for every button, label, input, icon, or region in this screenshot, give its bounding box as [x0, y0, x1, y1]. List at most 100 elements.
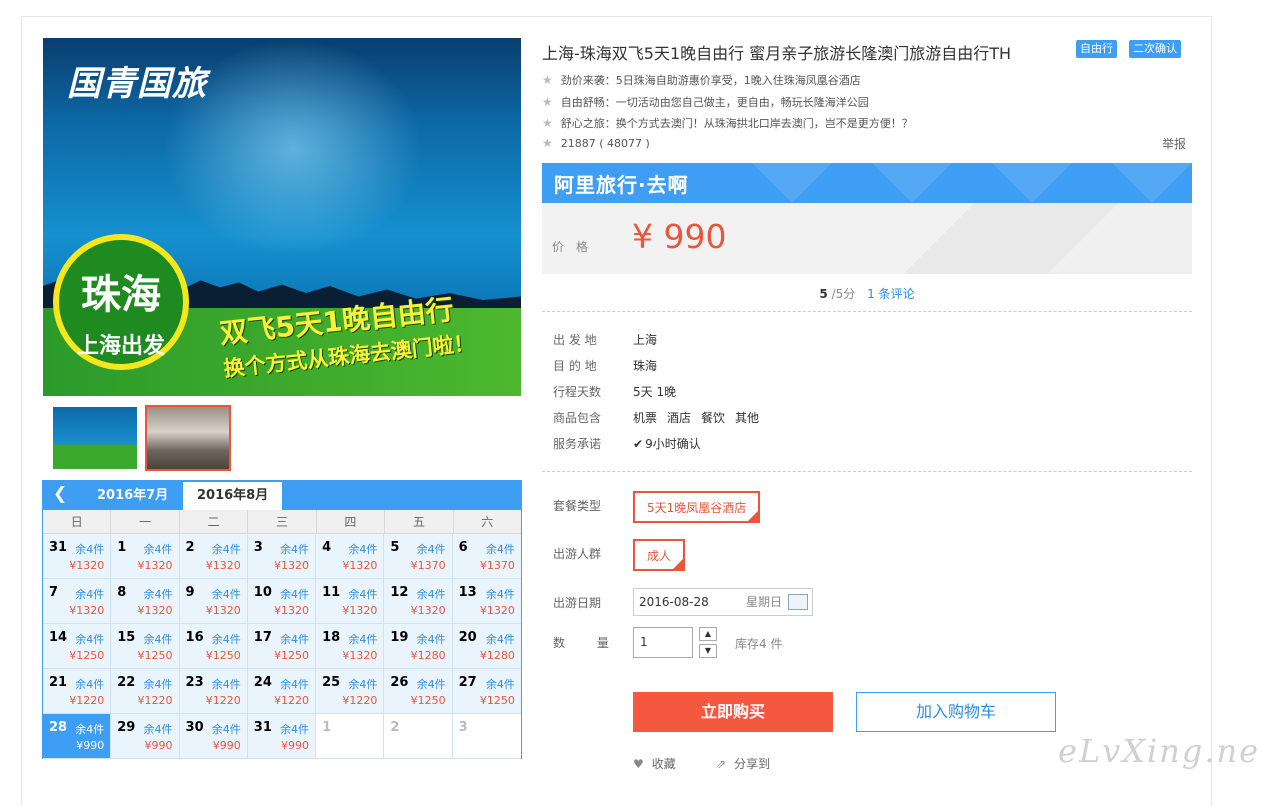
calendar-day[interactable]: 21 余4件 ¥1220: [43, 669, 112, 714]
calendar-day[interactable]: 1 余4件 ¥1320: [111, 534, 180, 579]
crowd-option-text: 成人: [647, 549, 672, 563]
day-stock: 余4件: [143, 678, 173, 691]
calendar-day[interactable]: 20 余4件 ¥1280: [452, 624, 521, 669]
calendar-icon[interactable]: [788, 594, 808, 610]
share-button[interactable]: ⇗ 分享到: [716, 755, 770, 772]
calendar-day[interactable]: 13 余4件 ¥1320: [452, 579, 521, 624]
detail-value-item: 餐饮: [701, 411, 726, 425]
day-number: 31: [253, 720, 272, 735]
calendar-day[interactable]: 16 余4件 ¥1250: [179, 624, 248, 669]
day-number: 5: [390, 540, 400, 555]
calendar-day[interactable]: 24 余4件 ¥1220: [247, 669, 317, 714]
calendar-day[interactable]: 9 余4件 ¥1320: [179, 579, 248, 624]
day-price: ¥1320: [410, 604, 446, 617]
star-icon: ★: [542, 136, 553, 150]
calendar-day[interactable]: 23 余4件 ¥1220: [179, 669, 248, 714]
calendar-day[interactable]: 14 余4件 ¥1250: [43, 624, 112, 669]
day-price: ¥1250: [69, 649, 105, 662]
detail-label: 行程天数: [553, 385, 602, 399]
detail-label: 出 发 地: [553, 333, 597, 347]
day-stock: 余4件: [75, 723, 105, 736]
day-stock: 余4件: [75, 678, 105, 691]
day-price: ¥1250: [274, 649, 310, 662]
detail-value: 5天 1晚: [633, 385, 686, 399]
day-stock: 余4件: [348, 678, 378, 691]
day-price: ¥1320: [137, 604, 173, 617]
weekday-label: 一: [111, 510, 180, 533]
day-price: ¥1250: [137, 649, 173, 662]
calendar-day[interactable]: 11 余4件 ¥1320: [316, 579, 385, 624]
day-number: 18: [322, 630, 341, 645]
day-stock: 余4件: [485, 678, 515, 691]
calendar-day[interactable]: 19 余4件 ¥1280: [384, 624, 453, 669]
calendar-day[interactable]: 22 余4件 ¥1220: [111, 669, 180, 714]
check-icon: ✓: [750, 504, 758, 513]
day-price: ¥990: [76, 739, 105, 752]
package-option[interactable]: 5天1晚凤凰谷酒店 ✓: [633, 491, 761, 523]
quantity-input[interactable]: 1: [633, 627, 693, 658]
buy-now-button[interactable]: 立即购买: [633, 692, 833, 732]
day-price: ¥1320: [274, 604, 310, 617]
star-icon: ★: [542, 73, 553, 87]
tab-august[interactable]: 2016年8月: [183, 482, 283, 510]
tag-confirm: 二次确认: [1129, 40, 1181, 58]
favorite-button[interactable]: ♥ 收藏: [633, 755, 676, 772]
quantity-increase-button[interactable]: ▲: [699, 627, 717, 641]
calendar-header: ❮ 2016年7月 2016年8月: [43, 481, 521, 510]
date-input[interactable]: 2016-08-28 星期日: [633, 588, 813, 616]
day-stock: 余4件: [211, 543, 241, 556]
favorite-label: 收藏: [651, 757, 676, 771]
day-number: 13: [458, 585, 477, 600]
day-stock: 余4件: [75, 633, 105, 646]
crowd-label: 出游人群: [553, 547, 602, 561]
calendar-day[interactable]: 12 余4件 ¥1320: [384, 579, 453, 624]
calendar-day[interactable]: 27 余4件 ¥1250: [452, 669, 521, 714]
chevron-left-icon[interactable]: ❮: [53, 484, 67, 504]
calendar-day[interactable]: 31 余4件 ¥1320: [43, 534, 112, 579]
calendar-day[interactable]: 18 余4件 ¥1320: [316, 624, 385, 669]
day-number: 3: [253, 540, 263, 555]
detail-value-item: 机票: [633, 411, 658, 425]
calendar-day[interactable]: 25 余4件 ¥1220: [316, 669, 385, 714]
calendar-day[interactable]: 17 余4件 ¥1250: [247, 624, 317, 669]
weekday-label: 三: [248, 510, 317, 533]
detail-row: 出 发 地 上海: [553, 331, 667, 348]
day-number: 25: [322, 675, 341, 690]
detail-label: 目 的 地: [553, 359, 597, 373]
calendar-day[interactable]: 15 余4件 ¥1250: [111, 624, 180, 669]
quantity-decrease-button[interactable]: ▼: [699, 644, 717, 658]
calendar-day[interactable]: 28 余4件 ¥990: [43, 714, 112, 759]
day-stock: 余4件: [416, 678, 446, 691]
detail-row: 商品包含 机票 酒店 餐饮 其他: [553, 409, 769, 426]
day-stock: 余4件: [348, 588, 378, 601]
detail-row: 服务承诺 ✔ 9小时确认: [553, 435, 711, 452]
day-price: ¥1320: [205, 604, 241, 617]
thumbnail-1[interactable]: [53, 407, 137, 469]
calendar-day[interactable]: 3 余4件 ¥1320: [247, 534, 317, 579]
calendar-day[interactable]: 10 余4件 ¥1320: [247, 579, 317, 624]
calendar-day[interactable]: 5 余4件 ¥1370: [384, 534, 453, 579]
review-link[interactable]: 1 条评论: [867, 287, 914, 301]
day-price: ¥1320: [69, 559, 105, 572]
thumbnail-2[interactable]: [145, 405, 231, 471]
report-link[interactable]: 举报: [1162, 135, 1186, 152]
detail-value: 机票 酒店 餐饮 其他: [633, 411, 769, 425]
add-to-cart-button[interactable]: 加入购物车: [856, 692, 1056, 732]
calendar-day[interactable]: 30 余4件 ¥990: [179, 714, 248, 759]
calendar-day[interactable]: 6 余4件 ¥1370: [452, 534, 521, 579]
calendar-day[interactable]: 2 余4件 ¥1320: [179, 534, 248, 579]
calendar-day[interactable]: 29 余4件 ¥990: [111, 714, 180, 759]
calendar-day[interactable]: 26 余4件 ¥1250: [384, 669, 453, 714]
day-price: ¥1220: [137, 694, 173, 707]
calendar-day[interactable]: 4 余4件 ¥1320: [316, 534, 385, 579]
tab-july[interactable]: 2016年7月: [83, 482, 182, 510]
day-number: 4: [322, 540, 332, 555]
calendar-day[interactable]: 31 余4件 ¥990: [247, 714, 317, 759]
day-number: 2: [390, 720, 400, 735]
day-price: ¥1250: [410, 694, 446, 707]
day-number: 20: [458, 630, 477, 645]
calendar-day[interactable]: 7 余4件 ¥1320: [43, 579, 112, 624]
calendar-day[interactable]: 8 余4件 ¥1320: [111, 579, 180, 624]
crowd-option[interactable]: 成人 ✓: [633, 539, 686, 571]
detail-value: 珠海: [633, 359, 667, 373]
